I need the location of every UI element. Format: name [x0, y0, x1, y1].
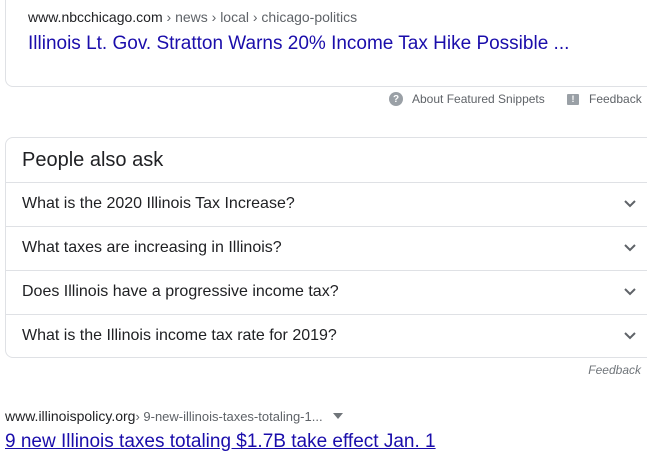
paa-feedback-link[interactable]: Feedback — [588, 363, 641, 377]
result-domain: www.illinoispolicy.org — [5, 408, 136, 424]
paa-question-row[interactable]: What is the 2020 Illinois Tax Increase? — [6, 182, 647, 226]
snippet-feedback-label: Feedback — [589, 92, 642, 106]
paa-question-row[interactable]: What taxes are increasing in Illinois? — [6, 226, 647, 270]
paa-question-row[interactable]: Does Illinois have a progressive income … — [6, 270, 647, 314]
paa-question-text: What is the 2020 Illinois Tax Increase? — [22, 195, 295, 212]
featured-snippet-domain: www.nbcchicago.com — [28, 9, 163, 25]
paa-question-row[interactable]: What is the Illinois income tax rate for… — [6, 314, 647, 358]
people-also-ask-card: People also ask What is the 2020 Illinoi… — [5, 137, 647, 358]
result-cite[interactable]: www.illinoispolicy.org › 9-new-illinois-… — [5, 408, 343, 424]
about-featured-snippets-label: About Featured Snippets — [412, 92, 545, 106]
paa-question-text: Does Illinois have a progressive income … — [22, 283, 339, 300]
result-breadcrumb: › 9-new-illinois-taxes-totaling-1... — [135, 408, 323, 424]
about-featured-snippets-link[interactable]: ? About Featured Snippets — [389, 92, 545, 106]
people-also-ask-heading: People also ask — [22, 149, 164, 171]
chevron-down-icon — [624, 288, 636, 296]
question-circle-icon: ? — [389, 92, 403, 106]
flag-icon: ! — [567, 93, 579, 105]
chevron-down-icon — [624, 332, 636, 340]
featured-snippet-card: www.nbcchicago.com › news › local › chic… — [5, 0, 647, 87]
chevron-down-icon — [624, 244, 636, 252]
snippet-feedback-link[interactable]: ! Feedback — [567, 92, 642, 106]
paa-question-text: What is the Illinois income tax rate for… — [22, 327, 337, 344]
caret-down-icon[interactable] — [332, 413, 343, 419]
featured-snippet-cite[interactable]: www.nbcchicago.com › news › local › chic… — [28, 9, 357, 25]
featured-snippet-breadcrumb: › news › local › chicago-politics — [162, 9, 358, 25]
chevron-down-icon — [624, 200, 636, 208]
paa-question-text: What taxes are increasing in Illinois? — [22, 239, 282, 256]
featured-snippet-title-link[interactable]: Illinois Lt. Gov. Stratton Warns 20% Inc… — [28, 33, 569, 55]
